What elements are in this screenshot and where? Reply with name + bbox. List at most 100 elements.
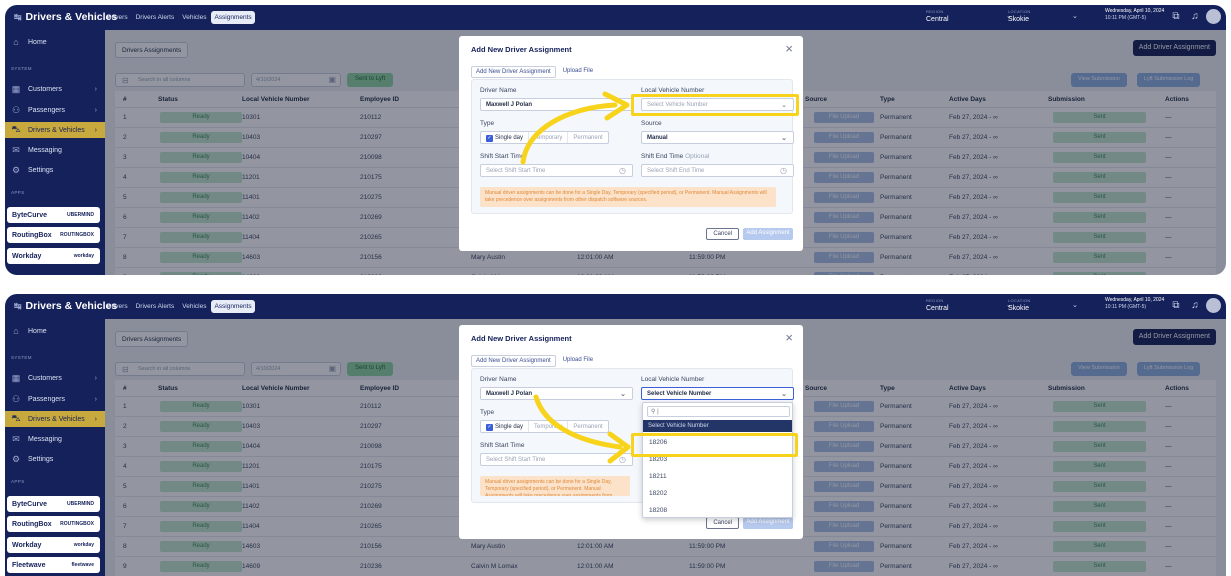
highlight-box (631, 94, 799, 116)
app-bytecurve[interactable]: ByteCurve UBERMIND (7, 496, 100, 512)
cancel-button[interactable]: Cancel (706, 228, 739, 240)
dropdown-search-input[interactable]: ⚲ | (647, 406, 790, 417)
driver-name-value: Maxwell J Polan (486, 391, 533, 397)
bell-icon[interactable]: ♫ (1188, 11, 1202, 24)
chevron-right-icon: › (94, 106, 97, 114)
bell-icon[interactable]: ♫ (1188, 300, 1202, 313)
screenshot-step-1: ↹ Drivers & Vehicles Drivers Drivers Aler… (5, 5, 1226, 275)
sidebar-item-messaging[interactable]: ✉ Messaging (5, 431, 105, 447)
sidebar-item-passengers[interactable]: ⚇ Passengers › (5, 102, 105, 118)
close-icon[interactable]: × (785, 330, 793, 345)
dropdown-header: Select Vehicle Number (643, 420, 792, 432)
gear-icon: ⚙ (11, 164, 21, 175)
chevron-right-icon: › (94, 85, 97, 93)
shift-end-placeholder: Select Shift End Time (647, 168, 705, 174)
app-bytecurve[interactable]: ByteCurve UBERMIND (7, 207, 100, 223)
region-select[interactable]: REGION Central ⌄ (926, 297, 1012, 316)
shift-start-label: Shift Start Time (480, 442, 525, 449)
tab-drivers[interactable]: Drivers (104, 11, 131, 24)
source-select[interactable]: Manual ⌄ (641, 131, 794, 144)
tab-assignments[interactable]: Assignments (211, 11, 255, 24)
sidebar-item-customers[interactable]: ▦ Customers › (5, 81, 105, 97)
sidebar-item-label: Passengers (28, 395, 65, 403)
chevron-right-icon: › (94, 395, 97, 403)
tab-add-new[interactable]: Add New Driver Assignment (471, 355, 556, 367)
app-routingbox[interactable]: RoutingBox ROUTINGBOX (7, 227, 100, 243)
home-icon: ⌂ (13, 326, 19, 336)
app-brand: ↹ Drivers & Vehicles (14, 11, 117, 23)
app-fleetwave[interactable]: Fleetwave fleetwave (7, 557, 100, 573)
tab-assignments[interactable]: Assignments (211, 300, 255, 313)
back-arrows-icon[interactable]: ↹ (14, 12, 22, 23)
dropdown-option[interactable]: 18202 (643, 485, 792, 502)
chat-icon[interactable]: ⧉ (1169, 300, 1183, 313)
optional-text: Optional (685, 153, 710, 160)
sidebar-item-home[interactable]: ⌂ Home (5, 34, 105, 50)
source-label: Source (641, 120, 662, 127)
sidebar-item-label: Home (28, 327, 47, 335)
sidebar-item-label: Drivers & Vehicles (28, 126, 85, 134)
type-label: Type (480, 409, 495, 416)
modal-title: Add New Driver Assignment (471, 45, 572, 54)
tab-vehicles[interactable]: Vehicles (179, 300, 209, 313)
app-brand: ↹ Drivers & Vehicles (14, 300, 117, 312)
sidebar-item-passengers[interactable]: ⚇ Passengers › (5, 391, 105, 407)
tab-add-new[interactable]: Add New Driver Assignment (471, 66, 556, 78)
shift-end-input[interactable]: Select Shift End Time ◷ (641, 164, 794, 177)
app-routingbox[interactable]: RoutingBox ROUTINGBOX (7, 516, 100, 532)
chevron-down-icon: ⌄ (781, 391, 787, 398)
warning-banner: Manual driver assignments can be done fo… (480, 187, 776, 207)
vehicle-number-dropdown: ⚲ | Select Vehicle Number 18206 18203 18… (642, 402, 793, 518)
region-value: Central (926, 305, 949, 312)
app-label: Workday (12, 541, 42, 549)
sidebar-item-customers[interactable]: ▦ Customers › (5, 370, 105, 386)
avatar[interactable] (1206, 9, 1221, 24)
tab-vehicles[interactable]: Vehicles (179, 11, 209, 24)
home-icon: ⌂ (13, 37, 19, 47)
app-label: ByteCurve (12, 500, 48, 508)
driver-name-label: Driver Name (480, 376, 517, 383)
clock-icon: ◷ (780, 166, 787, 175)
chat-icon[interactable]: ⧉ (1169, 11, 1183, 24)
warning-banner: Manual driver assignments can be done fo… (480, 476, 630, 496)
dropdown-option[interactable]: 18211 (643, 468, 792, 485)
building-icon: ▦ (11, 83, 21, 94)
app-logo: fleetwave (71, 562, 94, 568)
vehicle-number-select[interactable]: Select Vehicle Number ⌄ (641, 387, 794, 400)
location-select[interactable]: LOCATION Skokie ⌄ (1008, 297, 1098, 316)
type-single-day[interactable]: ✓ Single day (481, 421, 530, 432)
date-text: Wednesday, April 10, 2024 (1105, 8, 1165, 14)
location-select[interactable]: LOCATION Skokie ⌄ (1008, 8, 1098, 27)
chevron-right-icon: › (94, 126, 97, 134)
tab-upload-file[interactable]: Upload File (559, 355, 597, 367)
tab-drivers-alerts[interactable]: Drivers Alerts (133, 11, 178, 24)
shift-end-label: Shift End Time Optional (641, 153, 709, 160)
tab-drivers-alerts[interactable]: Drivers Alerts (133, 300, 178, 313)
add-assignment-submit-button[interactable]: Add Assignment (743, 228, 793, 240)
app-label: ByteCurve (12, 211, 48, 219)
sidebar-item-label: Drivers & Vehicles (28, 415, 85, 423)
car-icon: ⛍ (11, 413, 21, 423)
app-workday[interactable]: Workday workday (7, 248, 100, 264)
sidebar-item-label: Messaging (28, 146, 62, 154)
close-icon[interactable]: × (785, 41, 793, 56)
sidebar-item-drivers-vehicles[interactable]: ⛍ Drivers & Vehicles › (5, 411, 105, 427)
pointer-arrow-icon (533, 394, 631, 464)
back-arrows-icon[interactable]: ↹ (14, 301, 22, 312)
sidebar-item-messaging[interactable]: ✉ Messaging (5, 142, 105, 158)
sidebar: ⌂ Home SYSTEM ▦ Customers › ⚇ Passengers › ⛍ D… (5, 30, 105, 275)
sidebar-item-home[interactable]: ⌂ Home (5, 323, 105, 339)
datetime: Wednesday, April 10, 2024 10:11 PM (GMT-5… (1105, 297, 1164, 311)
tab-upload-file[interactable]: Upload File (559, 66, 597, 78)
car-icon: ⛍ (11, 124, 21, 134)
sidebar-item-settings[interactable]: ⚙ Settings (5, 451, 105, 467)
sidebar-item-drivers-vehicles[interactable]: ⛍ Drivers & Vehicles › (5, 122, 105, 138)
sidebar-item-settings[interactable]: ⚙ Settings (5, 162, 105, 178)
region-select[interactable]: REGION Central ⌄ (926, 8, 1012, 27)
tab-drivers[interactable]: Drivers (104, 300, 131, 313)
app-label: Fleetwave (12, 561, 46, 569)
app-workday[interactable]: Workday workday (7, 537, 100, 553)
app-logo: UBERMIND (67, 212, 94, 218)
avatar[interactable] (1206, 298, 1221, 313)
dropdown-option[interactable]: 18208 (643, 502, 792, 519)
